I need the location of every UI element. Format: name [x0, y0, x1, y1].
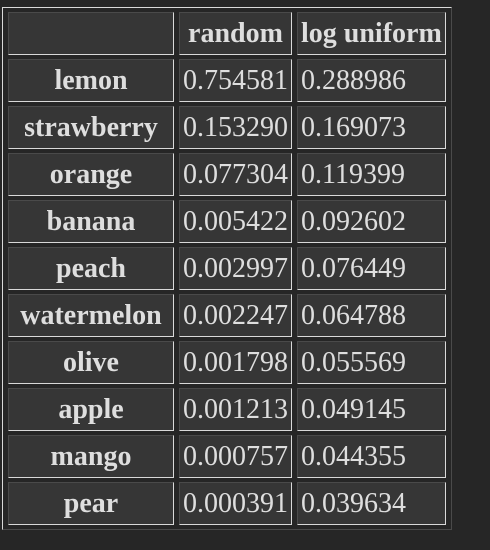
table-row: watermelon 0.002247 0.064788	[8, 294, 446, 337]
column-header-random: random	[179, 12, 292, 55]
table-row: orange 0.077304 0.119399	[8, 153, 446, 196]
random-value-cell: 0.005422	[179, 200, 292, 243]
random-value-cell: 0.077304	[179, 153, 292, 196]
log-uniform-value-cell: 0.055569	[297, 341, 446, 384]
row-header-cell: pear	[8, 482, 174, 525]
table-row: pear 0.000391 0.039634	[8, 482, 446, 525]
random-value-cell: 0.002997	[179, 247, 292, 290]
table-row: strawberry 0.153290 0.169073	[8, 106, 446, 149]
log-uniform-value-cell: 0.288986	[297, 59, 446, 102]
table-row: peach 0.002997 0.076449	[8, 247, 446, 290]
log-uniform-value-cell: 0.049145	[297, 388, 446, 431]
random-value-cell: 0.754581	[179, 59, 292, 102]
fruit-probability-table: random log uniform lemon 0.754581 0.2889…	[2, 7, 452, 530]
log-uniform-value-cell: 0.044355	[297, 435, 446, 478]
random-value-cell: 0.153290	[179, 106, 292, 149]
table-row: lemon 0.754581 0.288986	[8, 59, 446, 102]
row-header-cell: apple	[8, 388, 174, 431]
random-value-cell: 0.001213	[179, 388, 292, 431]
table-row: olive 0.001798 0.055569	[8, 341, 446, 384]
table-row: banana 0.005422 0.092602	[8, 200, 446, 243]
header-row: random log uniform	[8, 12, 446, 55]
table-row: mango 0.000757 0.044355	[8, 435, 446, 478]
row-header-cell: peach	[8, 247, 174, 290]
random-value-cell: 0.000391	[179, 482, 292, 525]
log-uniform-value-cell: 0.064788	[297, 294, 446, 337]
random-value-cell: 0.002247	[179, 294, 292, 337]
row-header-cell: olive	[8, 341, 174, 384]
row-header-cell: banana	[8, 200, 174, 243]
log-uniform-value-cell: 0.169073	[297, 106, 446, 149]
row-header-cell: mango	[8, 435, 174, 478]
random-value-cell: 0.000757	[179, 435, 292, 478]
column-header-log-uniform: log uniform	[297, 12, 446, 55]
corner-header-cell	[8, 12, 174, 55]
random-value-cell: 0.001798	[179, 341, 292, 384]
row-header-cell: lemon	[8, 59, 174, 102]
log-uniform-value-cell: 0.076449	[297, 247, 446, 290]
row-header-cell: orange	[8, 153, 174, 196]
table-row: apple 0.001213 0.049145	[8, 388, 446, 431]
log-uniform-value-cell: 0.119399	[297, 153, 446, 196]
row-header-cell: strawberry	[8, 106, 174, 149]
row-header-cell: watermelon	[8, 294, 174, 337]
log-uniform-value-cell: 0.039634	[297, 482, 446, 525]
log-uniform-value-cell: 0.092602	[297, 200, 446, 243]
